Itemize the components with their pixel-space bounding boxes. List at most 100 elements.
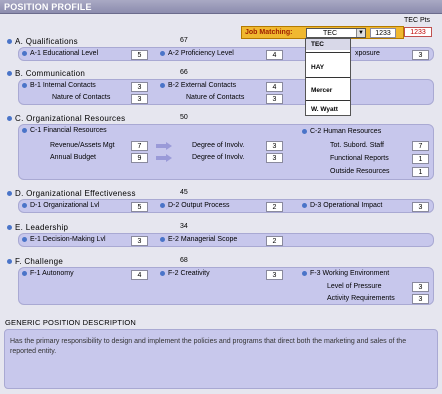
page-title: POSITION PROFILE bbox=[4, 2, 92, 12]
d1-value[interactable]: 5 bbox=[131, 202, 148, 212]
dropdown-option-tec[interactable]: TEC bbox=[311, 41, 324, 48]
bullet-icon bbox=[302, 128, 307, 134]
c1-revenue-value[interactable]: 7 bbox=[131, 141, 148, 151]
b2-value[interactable]: 4 bbox=[266, 82, 283, 92]
f3-pressure-label: Level of Pressure bbox=[327, 283, 382, 290]
bullet-icon bbox=[7, 259, 12, 265]
section-d-score: 45 bbox=[180, 189, 188, 196]
job-matching-selected: TEC bbox=[323, 30, 337, 37]
c2-outside-label: Outside Resources bbox=[330, 168, 390, 175]
section-e-score: 34 bbox=[180, 223, 188, 230]
section-c-score: 50 bbox=[180, 114, 188, 121]
tec-pts-label: TEC Pts bbox=[404, 17, 431, 24]
f3-label: F-3 Working Environment bbox=[302, 270, 389, 277]
job-matching-dropdown: TEC HAY Mercer W. Wyatt bbox=[305, 38, 351, 116]
f2-label: F-2 Creativity bbox=[160, 270, 210, 277]
section-a-name: Qualifications bbox=[25, 37, 78, 46]
bullet-icon bbox=[302, 202, 307, 208]
c2-staff-value[interactable]: 7 bbox=[412, 141, 429, 151]
section-f-header: F. Challenge bbox=[7, 257, 63, 266]
section-b-score: 66 bbox=[180, 69, 188, 76]
section-d-name: Organizational Effectiveness bbox=[26, 189, 136, 198]
bullet-icon bbox=[160, 236, 165, 242]
dropdown-option-wyatt[interactable]: W. Wyatt bbox=[311, 106, 338, 113]
b2-label: B-2 External Contacts bbox=[160, 82, 236, 89]
dropdown-divider bbox=[306, 100, 350, 101]
c1-budget-label: Annual Budget bbox=[50, 154, 96, 161]
f3-pressure-value[interactable]: 3 bbox=[412, 282, 429, 292]
c1-budget-involv-label: Degree of Involv. bbox=[192, 154, 245, 161]
bullet-icon bbox=[7, 39, 12, 45]
bullet-icon bbox=[22, 236, 27, 242]
bullet-icon bbox=[160, 270, 165, 276]
a3-label: xposure bbox=[355, 50, 380, 57]
section-a-header: A. Qualifications bbox=[7, 37, 78, 46]
bullet-icon bbox=[160, 202, 165, 208]
a3-value[interactable]: 3 bbox=[412, 50, 429, 60]
c1-revenue-involv-label: Degree of Involv. bbox=[192, 142, 245, 149]
section-c-name: Organizational Resources bbox=[26, 114, 126, 123]
description-text: Has the primary responsibility to design… bbox=[10, 338, 407, 355]
dropdown-divider bbox=[306, 52, 350, 53]
section-b-name: Communication bbox=[25, 69, 86, 78]
section-f-score: 68 bbox=[180, 257, 188, 264]
section-c-header: C. Organizational Resources bbox=[7, 114, 125, 123]
a2-value[interactable]: 4 bbox=[266, 50, 283, 60]
d1-label: D-1 Organizational Lvl bbox=[22, 202, 99, 209]
description-title: GENERIC POSITION DESCRIPTION bbox=[5, 318, 137, 327]
b2-nature-label: Nature of Contacts bbox=[186, 94, 245, 101]
c1-budget-value[interactable]: 9 bbox=[131, 153, 148, 163]
a1-value[interactable]: 5 bbox=[131, 50, 148, 60]
dropdown-divider bbox=[306, 77, 350, 78]
c2-staff-label: Tot. Subord. Staff bbox=[330, 142, 384, 149]
section-f-name: Challenge bbox=[24, 257, 64, 266]
d2-value[interactable]: 2 bbox=[266, 202, 283, 212]
b1-label: B-1 Internal Contacts bbox=[22, 82, 96, 89]
e2-label: E-2 Managerial Scope bbox=[160, 236, 237, 243]
chevron-down-icon[interactable]: ▼ bbox=[356, 29, 365, 37]
c2-functional-value[interactable]: 1 bbox=[412, 154, 429, 164]
arrow-right-icon bbox=[156, 142, 172, 150]
section-b-header: B. Communication bbox=[7, 69, 85, 78]
f1-value[interactable]: 4 bbox=[131, 270, 148, 280]
section-a-score: 67 bbox=[180, 37, 188, 44]
b2-nature-value[interactable]: 3 bbox=[266, 94, 283, 104]
dropdown-option-mercer[interactable]: Mercer bbox=[311, 87, 332, 94]
bullet-icon bbox=[22, 270, 27, 276]
section-d-header: D. Organizational Effectiveness bbox=[7, 189, 136, 198]
f3-activity-label: Activity Requirements bbox=[327, 295, 395, 302]
b1-nature-label: Nature of Contacts bbox=[52, 94, 111, 101]
c1-budget-involv-value[interactable]: 3 bbox=[266, 153, 283, 163]
job-matching-label: Job Matching: bbox=[245, 29, 293, 36]
bullet-icon bbox=[7, 191, 12, 197]
bullet-icon bbox=[7, 71, 12, 77]
d3-value[interactable]: 3 bbox=[412, 202, 429, 212]
c1-label: C-1 Financial Resources bbox=[22, 127, 107, 134]
b1-value[interactable]: 3 bbox=[131, 82, 148, 92]
job-matching-value: 1233 bbox=[370, 28, 396, 38]
e1-label: E-1 Decision-Making Lvl bbox=[22, 236, 106, 243]
e2-value[interactable]: 2 bbox=[266, 236, 283, 246]
dropdown-option-hay[interactable]: HAY bbox=[311, 64, 324, 71]
bullet-icon bbox=[22, 82, 27, 88]
a2-label: A-2 Proficiency Level bbox=[160, 50, 234, 57]
c2-label: C-2 Human Resources bbox=[302, 128, 381, 135]
b1-nature-value[interactable]: 3 bbox=[131, 94, 148, 104]
bullet-icon bbox=[7, 225, 12, 231]
f1-label: F-1 Autonomy bbox=[22, 270, 74, 277]
bullet-icon bbox=[302, 270, 307, 276]
bullet-icon bbox=[7, 116, 12, 122]
c2-outside-value[interactable]: 1 bbox=[412, 167, 429, 177]
e1-value[interactable]: 3 bbox=[131, 236, 148, 246]
bullet-icon bbox=[160, 50, 165, 56]
f3-activity-value[interactable]: 3 bbox=[412, 294, 429, 304]
c1-revenue-label: Revenue/Assets Mgt bbox=[50, 142, 115, 149]
bullet-icon bbox=[22, 50, 27, 56]
a1-label: A-1 Educational Level bbox=[22, 50, 98, 57]
c1-revenue-involv-value[interactable]: 3 bbox=[266, 141, 283, 151]
job-matching-select[interactable]: TEC ▼ bbox=[306, 28, 366, 38]
d2-label: D-2 Output Process bbox=[160, 202, 229, 209]
bullet-icon bbox=[160, 82, 165, 88]
arrow-right-icon bbox=[156, 154, 172, 162]
f2-value[interactable]: 3 bbox=[266, 270, 283, 280]
